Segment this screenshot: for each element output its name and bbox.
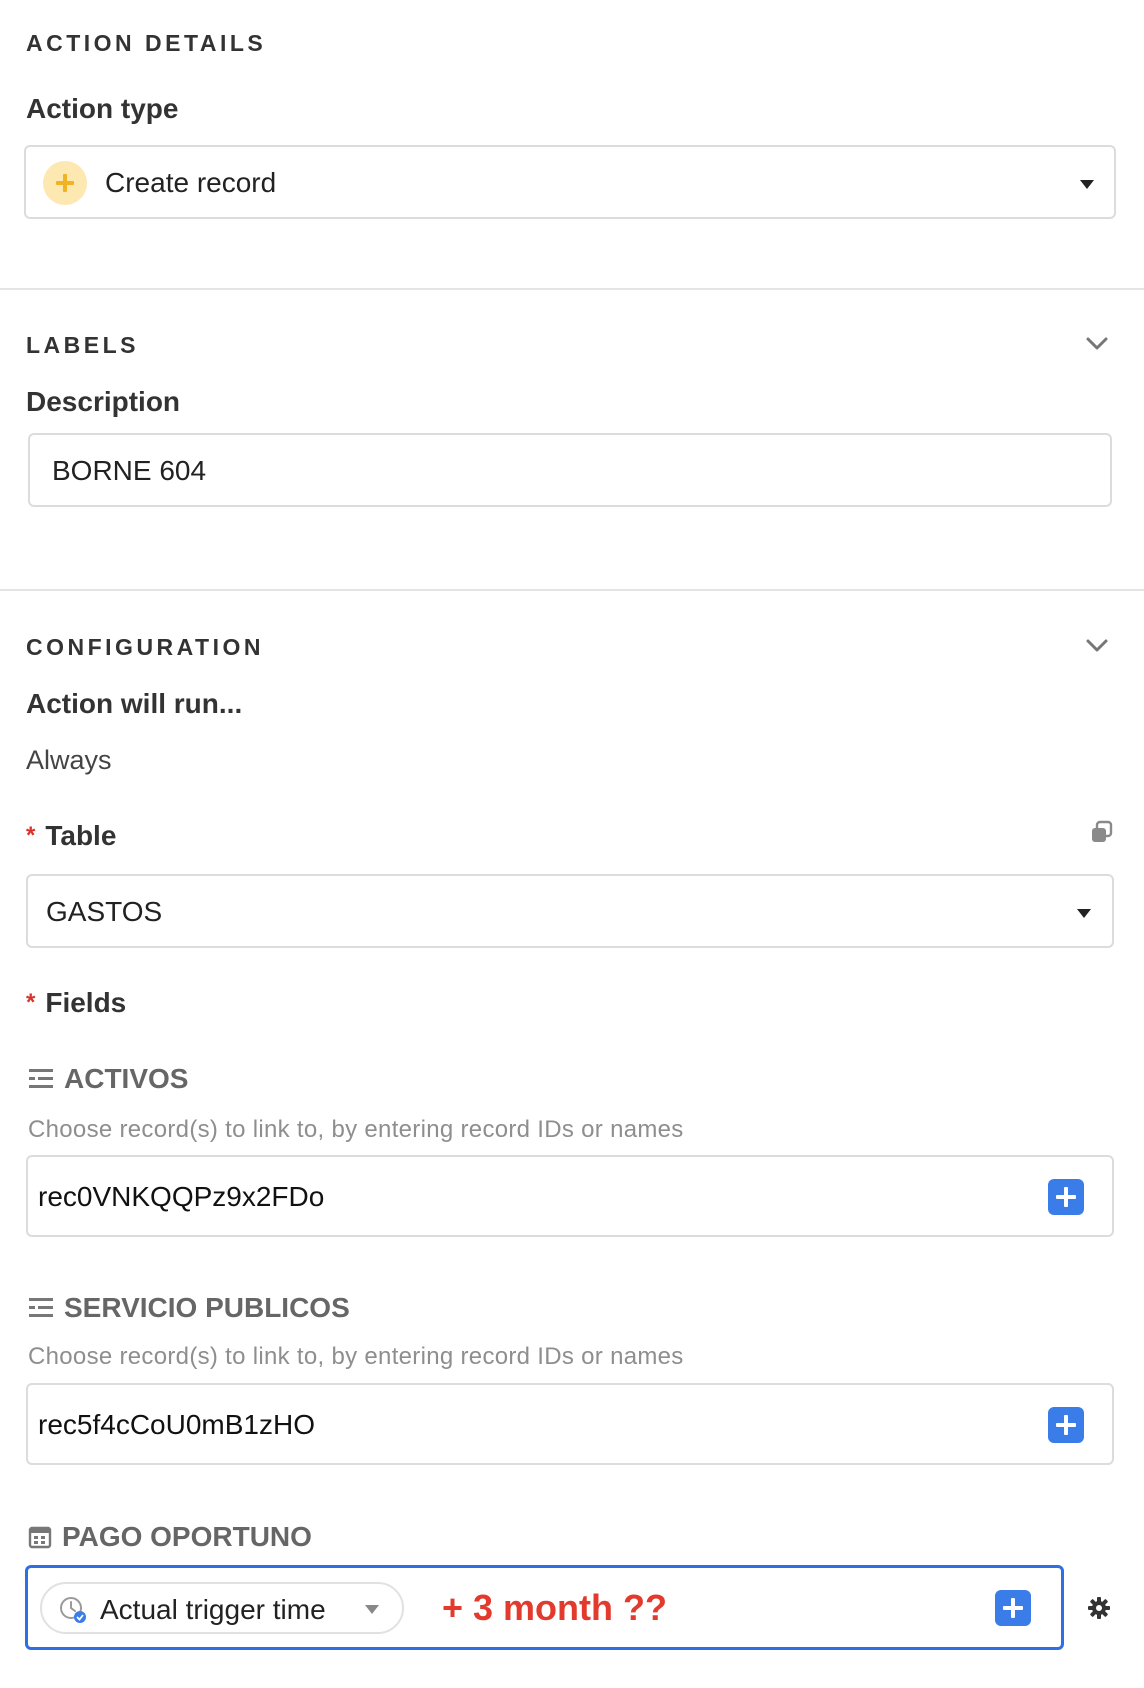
field-name-label: PAGO OPORTUNO bbox=[62, 1521, 312, 1552]
add-value-button[interactable] bbox=[995, 1590, 1031, 1626]
open-table-icon[interactable] bbox=[1090, 820, 1114, 844]
trigger-time-token[interactable]: Actual trigger time bbox=[40, 1582, 404, 1634]
action-type-label: Action type bbox=[26, 93, 179, 124]
calendar-icon bbox=[28, 1526, 52, 1549]
required-marker: * bbox=[26, 822, 36, 849]
annotation-text: + 3 month ?? bbox=[442, 1587, 667, 1628]
field-hint: Choose record(s) to link to, by entering… bbox=[28, 1343, 684, 1370]
run-condition-value: Always bbox=[26, 745, 112, 775]
description-input[interactable]: BORNE 604 bbox=[28, 433, 1112, 507]
gear-icon[interactable] bbox=[1087, 1596, 1111, 1620]
linked-record-icon bbox=[29, 1298, 53, 1317]
add-record-button[interactable] bbox=[1048, 1179, 1084, 1215]
collapse-chevron-icon[interactable] bbox=[1083, 330, 1111, 358]
table-select[interactable]: GASTOS bbox=[26, 874, 1114, 948]
table-value: GASTOS bbox=[46, 896, 163, 927]
field-hint: Choose record(s) to link to, by entering… bbox=[28, 1116, 684, 1143]
field-name-label: ACTIVOS bbox=[64, 1063, 189, 1094]
chevron-down-icon bbox=[1080, 180, 1094, 189]
field-name-pago-oportuno: PAGO OPORTUNO bbox=[28, 1521, 312, 1553]
activos-value: rec0VNKQQPz9x2FDo bbox=[38, 1181, 325, 1212]
action-type-value: Create record bbox=[105, 167, 277, 198]
action-type-select[interactable]: Create record bbox=[24, 145, 1116, 219]
description-value: BORNE 604 bbox=[52, 455, 207, 486]
chevron-down-icon[interactable] bbox=[365, 1605, 379, 1614]
fields-label-row: * Fields bbox=[26, 987, 126, 1019]
chevron-down-icon bbox=[1077, 909, 1091, 918]
plus-circle-icon bbox=[43, 161, 87, 205]
divider bbox=[0, 589, 1144, 591]
fields-label: Fields bbox=[45, 987, 127, 1018]
description-label: Description bbox=[26, 386, 181, 417]
table-label: Table bbox=[45, 820, 117, 851]
field-name-label: SERVICIO PUBLICOS bbox=[64, 1292, 350, 1323]
divider bbox=[0, 288, 1144, 290]
collapse-chevron-icon[interactable] bbox=[1083, 632, 1111, 660]
servicio-publicos-input[interactable]: rec5f4cCoU0mB1zHO bbox=[26, 1383, 1114, 1465]
run-condition-label: Action will run... bbox=[26, 688, 243, 719]
activos-input[interactable]: rec0VNKQQPz9x2FDo bbox=[26, 1155, 1114, 1237]
trigger-time-label: Actual trigger time bbox=[100, 1594, 326, 1625]
field-name-servicio-publicos: SERVICIO PUBLICOS bbox=[28, 1292, 350, 1324]
section-title-labels: LABELS bbox=[26, 332, 139, 358]
field-name-activos: ACTIVOS bbox=[28, 1063, 188, 1095]
section-title-configuration: CONFIGURATION bbox=[26, 634, 265, 660]
section-title-action-details: ACTION DETAILS bbox=[26, 30, 267, 56]
servicio-publicos-value: rec5f4cCoU0mB1zHO bbox=[38, 1409, 315, 1440]
add-record-button[interactable] bbox=[1048, 1407, 1084, 1443]
required-marker: * bbox=[26, 989, 36, 1016]
linked-record-icon bbox=[29, 1069, 53, 1088]
pago-oportuno-input[interactable]: Actual trigger time + 3 month ?? bbox=[25, 1565, 1064, 1650]
table-label-row: * Table bbox=[26, 820, 116, 852]
clock-icon bbox=[60, 1597, 86, 1623]
